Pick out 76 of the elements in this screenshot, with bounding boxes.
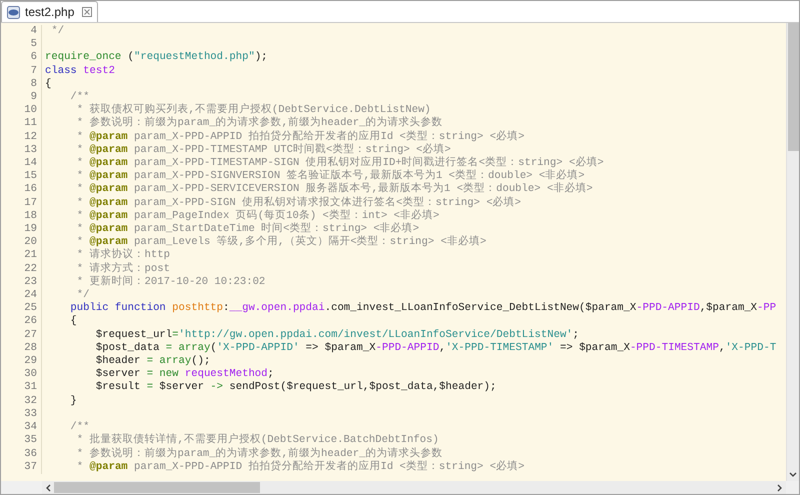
code-line: * @param param_X-PPD-SERVICEVERSION 服务器版本号,最新版本号为1 <类型：double> <非必填> xyxy=(76,183,593,196)
file-icon xyxy=(7,6,20,18)
code-line: * @param param_Levels 等级,多个用,（英文）隔开<类型：string> <非必填> xyxy=(76,236,486,248)
line-number: 4 xyxy=(30,25,37,38)
vertical-scrollbar[interactable] xyxy=(786,23,799,481)
code-line: * 请求方式：post xyxy=(76,262,170,275)
line-number: 6 xyxy=(30,51,37,65)
line-number: 12 xyxy=(23,130,37,144)
chevron-down-icon[interactable] xyxy=(789,472,797,478)
code-line: { xyxy=(69,315,77,328)
line-number: 16 xyxy=(23,183,37,197)
line-number: 19 xyxy=(23,223,37,236)
line-number: 20 xyxy=(23,236,37,250)
line-number: 8 xyxy=(30,78,37,92)
line-number: 27 xyxy=(23,328,37,342)
code-line: /** xyxy=(69,421,90,434)
line-number: 22 xyxy=(23,262,37,276)
code-line: * @param param_StartDateTime 时间<类型：string> <非必填> xyxy=(76,223,420,236)
line-number: 7 xyxy=(30,64,37,78)
code-line: * 参数说明：前缀为param_的为请求参数,前缀为header_的为请求头参数 xyxy=(76,117,443,130)
code-line: * @param param_X-PPD-SIGNVERSION 签名验证版本号,最新版本号为1 <类型：double> <非必填> xyxy=(76,170,585,182)
code-line: * 请求协议：http xyxy=(76,249,170,262)
line-number: 17 xyxy=(23,196,37,210)
line-number: 30 xyxy=(23,368,37,382)
line-number: 31 xyxy=(23,381,37,395)
code-line: * @param param_X-PPD-APPID 拍拍贷分配给开发者的应用Id <类型：string> <必填> xyxy=(76,460,524,473)
scrollbar-thumb[interactable] xyxy=(54,482,260,493)
line-number: 24 xyxy=(23,289,37,302)
code-line: * 参数说明：前缀为param_的为请求参数,前缀为header_的为请求头参数 xyxy=(76,448,443,460)
line-number: 25 xyxy=(23,302,37,316)
line-number: 36 xyxy=(23,448,37,461)
line-number: 28 xyxy=(23,342,37,356)
code-line: * @param param_PageIndex 页码(每页10条) <类型：int> <非必填> xyxy=(76,210,440,222)
code-line: * @param param_X-PPD-TIMESTAMP UTC时间戳<类型：string> <必填> xyxy=(76,144,451,156)
code-line: class test2 xyxy=(45,64,115,77)
code-line: * @param param_X-PPD-TIMESTAMP-SIGN 使用私钥对应用ID+时间戳进行签名<类型：string> <必填> xyxy=(76,157,604,170)
code-line: { xyxy=(45,78,52,90)
code-line: $request_url='http://gw.open.ppdai.com/invest/LLoanInfoService/DebtListNew'; xyxy=(94,328,580,341)
line-number: 26 xyxy=(23,315,37,329)
line-number: 35 xyxy=(23,434,37,448)
code-line: * @param param_X-PPD-SIGN 使用私钥对请求报文体进行签名<类型：string> <必填> xyxy=(76,196,522,209)
line-number: 15 xyxy=(23,170,37,184)
line-number: 32 xyxy=(23,394,37,408)
code-line: $result = $server -> sendPost($request_url,$post_data,$header); xyxy=(94,381,496,394)
line-number: 29 xyxy=(23,355,37,368)
line-number: 13 xyxy=(23,144,37,158)
code-line: */ xyxy=(50,25,64,37)
line-number: 34 xyxy=(23,421,37,434)
horizontal-scrollbar[interactable] xyxy=(42,481,786,494)
line-number: 21 xyxy=(23,249,37,263)
code-line: /** xyxy=(69,91,90,104)
line-number: 9 xyxy=(30,91,37,104)
line-number: 11 xyxy=(23,117,37,131)
code-line: * 批量获取债转详情,不需要用户授权(DebtService.BatchDebtInfos) xyxy=(76,434,439,446)
code-line: $post_data = array('X-PPD-APPID' => $param_X-PPD-APPID,'X-PPD-TIMESTAMP' => $param_X-PPD-TIMESTAMP,'X-PPD-T xyxy=(94,342,776,354)
code-line: * 获取债权可购买列表,不需要用户授权(DebtService.DebtListNew) xyxy=(76,104,431,116)
line-number: 23 xyxy=(23,276,37,290)
scrollbar-thumb[interactable] xyxy=(788,23,798,151)
code-line: public function posthttp:__gw.open.ppdai.com_invest_LLoanInfoService_DebtListNew($param_X-PPD-APPID,$param_X-PP xyxy=(69,302,776,314)
line-number: 18 xyxy=(23,210,37,224)
chevron-left-icon[interactable] xyxy=(45,484,51,492)
line-number: 10 xyxy=(23,104,37,118)
code-line: */ xyxy=(76,289,90,302)
line-number: 33 xyxy=(23,408,37,422)
line-number: 5 xyxy=(30,38,37,52)
close-icon[interactable] xyxy=(82,7,92,17)
code-line: $header = array(); xyxy=(94,355,210,368)
code-line: require_once ("requestMethod.php"); xyxy=(45,51,268,64)
line-number: 14 xyxy=(23,157,37,170)
code-line: $server = new requestMethod; xyxy=(94,368,274,380)
chevron-right-icon[interactable] xyxy=(777,484,783,492)
line-number: 37 xyxy=(23,460,37,474)
editor-tab[interactable]: test2.php xyxy=(1,1,98,22)
code-line: * 更新时间：2017-10-20 10:23:02 xyxy=(76,276,266,288)
code-line: } xyxy=(69,394,77,407)
code-line: * @param param_X-PPD-APPID 拍拍贷分配给开发者的应用Id <类型：string> <必填> xyxy=(76,130,524,143)
